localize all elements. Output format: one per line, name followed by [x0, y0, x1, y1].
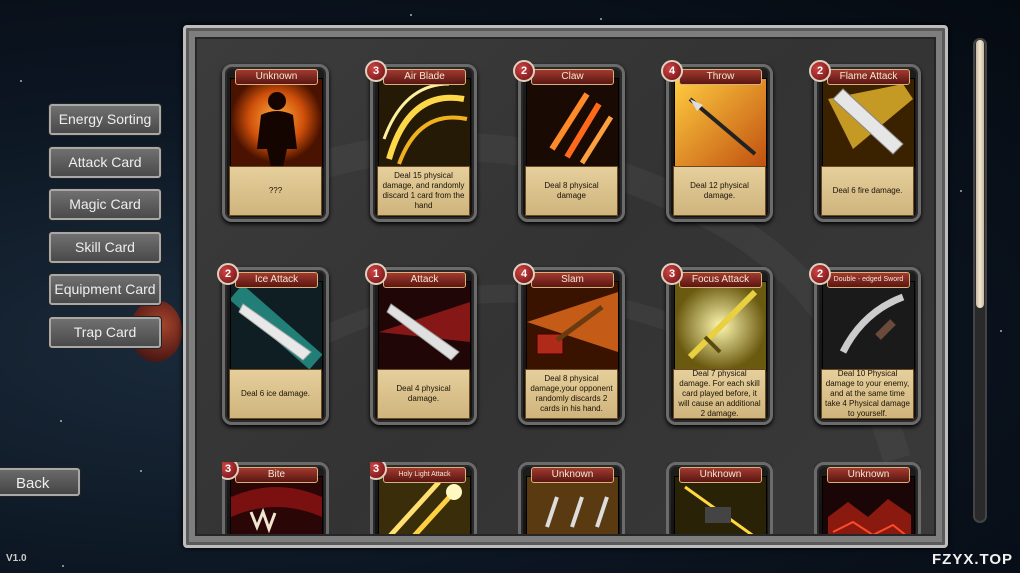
card-title: Throw — [679, 69, 762, 85]
energy-cost-badge: 2 — [809, 263, 831, 285]
card-unknown[interactable]: Unknown — [666, 462, 773, 534]
card-title: Slam — [531, 272, 614, 288]
energy-cost-badge: 4 — [513, 263, 535, 285]
card-title: Double - edged Sword — [827, 272, 910, 288]
card-title: Ice Attack — [235, 272, 318, 288]
card-title: Unknown — [679, 467, 762, 483]
scrollbar-thumb[interactable] — [976, 40, 984, 308]
card-description: Deal 8 physical damage — [525, 166, 618, 216]
card-title: Holy Light Attack — [383, 467, 466, 483]
card-double-edged-sword[interactable]: Double - edged Sword 2 Deal 10 Physical da… — [809, 263, 921, 425]
energy-cost-badge: 3 — [365, 60, 387, 82]
card-description: Deal 10 Physical damage to your enemy, a… — [821, 369, 914, 419]
card-description-text: Deal 6 fire damage. — [832, 186, 903, 195]
card-art-double — [822, 281, 915, 371]
card-art-airblade — [378, 78, 471, 168]
card-unknown[interactable]: Unknown??? — [222, 64, 329, 222]
trap-card-button[interactable]: Trap Card — [49, 317, 161, 348]
card-claw[interactable]: Claw 2 Deal 8 physical damage — [513, 60, 625, 222]
card-title: Claw — [531, 69, 614, 85]
card-slam[interactable]: Slam 4 Deal 8 physical damage,your opponen… — [513, 263, 625, 425]
card-bite[interactable]: Bite 3 — [222, 462, 329, 534]
card-art-ice — [230, 281, 323, 371]
card-unknown[interactable]: Unknown — [814, 462, 921, 534]
energy-cost-badge: 3 — [661, 263, 683, 285]
card-description: Deal 6 fire damage. — [821, 166, 914, 216]
energy-cost-badge: 2 — [513, 60, 535, 82]
card-focus-attack[interactable]: Focus Attack 3 Deal 7 physical damage. For… — [661, 263, 773, 425]
card-description-text: Deal 10 Physical damage to your enemy, a… — [825, 369, 910, 418]
energy-cost-badge: 2 — [217, 263, 239, 285]
card-description: ??? — [229, 166, 322, 216]
card-description: Deal 7 physical damage. For each skill c… — [673, 369, 766, 419]
card-flame-attack[interactable]: Flame Attack 2 Deal 6 fire damage. — [809, 60, 921, 222]
card-art-daggers — [526, 476, 619, 534]
magic-card-button[interactable]: Magic Card — [49, 189, 161, 220]
card-description-text: Deal 8 physical damage,your opponent ran… — [530, 374, 613, 413]
card-art-silhouette — [230, 78, 323, 168]
card-attack[interactable]: Attack 1 Deal 4 physical damage. — [365, 263, 477, 425]
card-title: Bite — [235, 467, 318, 483]
card-description: Deal 8 physical damage,your opponent ran… — [525, 369, 618, 419]
attack-card-button[interactable]: Attack Card — [49, 147, 161, 178]
card-air-blade[interactable]: Air Blade 3 Deal 15 physical damage, and r… — [365, 60, 477, 222]
card-ice-attack[interactable]: Ice Attack 2 Deal 6 ice damage. — [217, 263, 329, 425]
card-description-text: Deal 6 ice damage. — [241, 389, 310, 398]
card-title: Focus Attack — [679, 272, 762, 288]
card-description: Deal 4 physical damage. — [377, 369, 470, 419]
card-art-flame — [822, 78, 915, 168]
energy-cost-badge: 1 — [365, 263, 387, 285]
energy-cost-badge: 2 — [809, 60, 831, 82]
card-title: Unknown — [531, 467, 614, 483]
equipment-card-button[interactable]: Equipment Card — [49, 274, 161, 305]
card-holy-light-attack[interactable]: Holy Light Attack 3 — [370, 462, 477, 534]
watermark: FZYX.TOP — [932, 551, 1014, 568]
card-art-attack — [378, 281, 471, 371]
card-art-slam — [526, 281, 619, 371]
card-art-throw — [674, 78, 767, 168]
back-button[interactable]: Back — [0, 468, 80, 496]
card-description: Deal 12 physical damage. — [673, 166, 766, 216]
card-art-rocks — [822, 476, 915, 534]
card-art-claw — [526, 78, 619, 168]
card-art-bite — [230, 476, 323, 534]
card-description-text: Deal 4 physical damage. — [396, 384, 451, 403]
card-title: Unknown — [235, 69, 318, 85]
card-title: Attack — [383, 272, 466, 288]
card-unknown[interactable]: Unknown — [518, 462, 625, 534]
card-title: Air Blade — [383, 69, 466, 85]
card-description-text: Deal 15 physical damage, and randomly di… — [382, 171, 465, 210]
card-description-text: ??? — [268, 186, 283, 195]
energy-cost-badge: 4 — [661, 60, 683, 82]
card-art-focus — [674, 281, 767, 371]
card-throw[interactable]: Throw 4 Deal 12 physical damage. — [661, 60, 773, 222]
card-description: Deal 6 ice damage. — [229, 369, 322, 419]
card-description-text: Deal 7 physical damage. For each skill c… — [678, 369, 761, 418]
card-art-holy — [378, 476, 471, 534]
card-collection-panel: Unknown??? Air Blade 3 Deal 15 physical dam… — [183, 25, 948, 548]
card-description: Deal 15 physical damage, and randomly di… — [377, 166, 470, 216]
card-art-hammer — [674, 476, 767, 534]
card-description-text: Deal 12 physical damage. — [690, 181, 749, 200]
skill-card-button[interactable]: Skill Card — [49, 232, 161, 263]
card-title: Unknown — [827, 467, 910, 483]
energy-sorting-button[interactable]: Energy Sorting — [49, 104, 161, 135]
card-title: Flame Attack — [827, 69, 910, 85]
version-label: V1.0 — [6, 553, 27, 564]
card-description-text: Deal 8 physical damage — [544, 181, 599, 200]
